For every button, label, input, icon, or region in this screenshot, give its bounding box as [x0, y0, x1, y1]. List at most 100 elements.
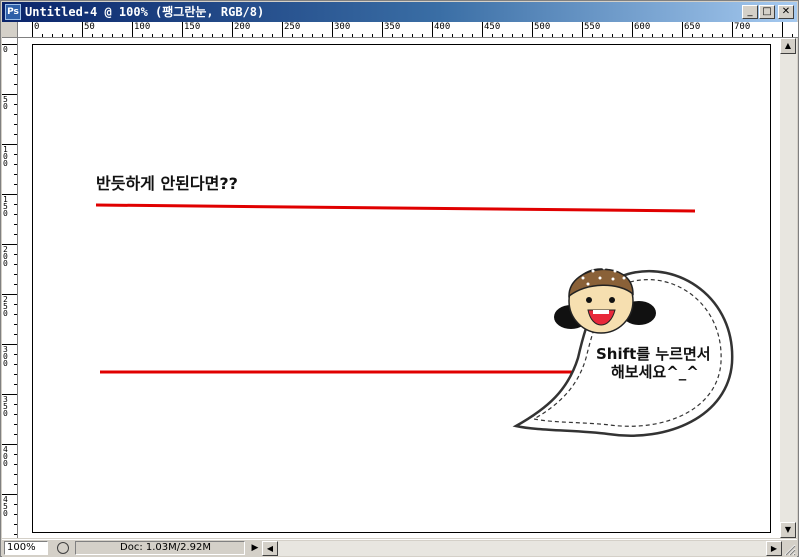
ruler-tick — [592, 34, 593, 37]
photoshop-app-icon[interactable]: Ps — [5, 4, 21, 20]
maximize-button[interactable]: □ — [759, 5, 775, 19]
ruler-tick — [14, 224, 17, 225]
ruler-tick — [242, 34, 243, 37]
scroll-down-button[interactable]: ▼ — [780, 522, 796, 538]
ruler-v-label: 0 — [3, 45, 8, 54]
ruler-v-label: 400 — [3, 445, 8, 468]
ruler-tick — [522, 34, 523, 37]
horizontal-scrollbar[interactable]: ◀ ▶ — [262, 541, 782, 556]
ruler-tick — [14, 514, 17, 515]
ruler-tick — [752, 34, 753, 37]
close-button[interactable]: ✕ — [778, 5, 794, 19]
ruler-tick — [472, 34, 473, 37]
ruler-tick — [292, 34, 293, 37]
ruler-tick — [14, 274, 17, 275]
resize-grip-icon[interactable] — [782, 542, 796, 556]
ruler-h-label: 100 — [134, 22, 151, 32]
ruler-h-label: 200 — [234, 22, 251, 32]
ruler-h-label: 50 — [84, 22, 95, 32]
ruler-tick — [772, 34, 773, 37]
minimize-button[interactable]: _ — [742, 5, 758, 19]
ruler-tick — [14, 354, 17, 355]
ruler-tick — [562, 34, 563, 37]
document-size-info: Doc: 1.03M/2.92M — [75, 541, 245, 555]
ruler-tick — [742, 34, 743, 37]
ruler-tick — [14, 264, 17, 265]
ruler-tick — [72, 34, 73, 37]
canvas-area[interactable]: 반듯하게 안된다면?? Shift를 누르면서 해보세요^_^ — [18, 38, 780, 538]
ruler-tick — [232, 22, 233, 37]
scroll-right-button[interactable]: ▶ — [766, 541, 782, 556]
ruler-v-label: 50 — [3, 95, 8, 111]
ruler-h-label: 550 — [584, 22, 601, 32]
ruler-tick — [602, 34, 603, 37]
ruler-v-label: 150 — [3, 195, 8, 218]
ruler-tick — [142, 34, 143, 37]
ruler-h-label: 500 — [534, 22, 551, 32]
ruler-tick — [662, 34, 663, 37]
ruler-tick — [732, 22, 733, 37]
ruler-tick — [132, 22, 133, 37]
ruler-tick — [622, 34, 623, 37]
ruler-tick — [14, 84, 17, 85]
ruler-tick — [482, 22, 483, 37]
ruler-tick — [102, 34, 103, 37]
ruler-tick — [182, 22, 183, 37]
ruler-tick — [452, 34, 453, 37]
ruler-tick — [312, 34, 313, 37]
title-bar[interactable]: Ps Untitled-4 @ 100% (팽그란눈, RGB/8) _ □ ✕ — [2, 2, 797, 22]
ruler-tick — [552, 34, 553, 37]
ruler-tick — [14, 364, 17, 365]
ruler-tick — [152, 34, 153, 37]
zoom-level-field[interactable]: 100% — [4, 541, 48, 555]
ruler-tick — [192, 34, 193, 37]
ruler-tick — [14, 284, 17, 285]
vertical-ruler[interactable]: 0 50 100 150 200 250 300 350 400 450 — [2, 38, 18, 538]
red-line-top — [95, 203, 696, 213]
status-bar: 100% Doc: 1.03M/2.92M ▶ ◀ ▶ — [2, 539, 797, 557]
ruler-tick — [492, 34, 493, 37]
ruler-tick — [14, 164, 17, 165]
horizontal-ruler[interactable]: 0 50 100 150 200 250 300 350 400 450 500 550 600 650 7… — [18, 22, 798, 38]
vertical-scrollbar[interactable]: ▲ ▼ — [780, 38, 797, 538]
ruler-tick — [14, 74, 17, 75]
ruler-origin-corner[interactable] — [2, 22, 18, 38]
ruler-tick — [14, 534, 17, 535]
ruler-tick — [582, 22, 583, 37]
ruler-tick — [502, 34, 503, 37]
ruler-tick — [14, 134, 17, 135]
ruler-tick — [14, 424, 17, 425]
ruler-tick — [792, 34, 793, 37]
ruler-tick — [392, 34, 393, 37]
ruler-h-label: 0 — [34, 22, 40, 32]
ruler-tick — [202, 34, 203, 37]
ruler-tick — [372, 34, 373, 37]
ruler-tick — [14, 334, 17, 335]
ruler-tick — [632, 22, 633, 37]
ruler-v-label: 350 — [3, 395, 8, 418]
ruler-tick — [14, 414, 17, 415]
ruler-tick — [14, 154, 17, 155]
ruler-tick — [422, 34, 423, 37]
ruler-tick — [122, 34, 123, 37]
ruler-tick — [82, 22, 83, 37]
scroll-left-button[interactable]: ◀ — [262, 541, 278, 556]
ruler-tick — [542, 34, 543, 37]
ruler-tick — [332, 22, 333, 37]
ruler-tick — [14, 104, 17, 105]
ruler-tick — [532, 22, 533, 37]
ruler-tick — [652, 34, 653, 37]
scroll-up-button[interactable]: ▲ — [780, 38, 796, 54]
window-title: Untitled-4 @ 100% (팽그란눈, RGB/8) — [25, 5, 265, 19]
ruler-tick — [322, 34, 323, 37]
status-info-icon[interactable] — [57, 542, 69, 554]
document-window: Ps Untitled-4 @ 100% (팽그란눈, RGB/8) _ □ ✕… — [0, 0, 799, 557]
ruler-tick — [302, 34, 303, 37]
ruler-tick — [512, 34, 513, 37]
ruler-tick — [14, 314, 17, 315]
ruler-tick — [342, 34, 343, 37]
ruler-tick — [722, 34, 723, 37]
ruler-tick — [92, 34, 93, 37]
status-menu-arrow-icon[interactable]: ▶ — [249, 542, 261, 554]
ruler-tick — [14, 324, 17, 325]
